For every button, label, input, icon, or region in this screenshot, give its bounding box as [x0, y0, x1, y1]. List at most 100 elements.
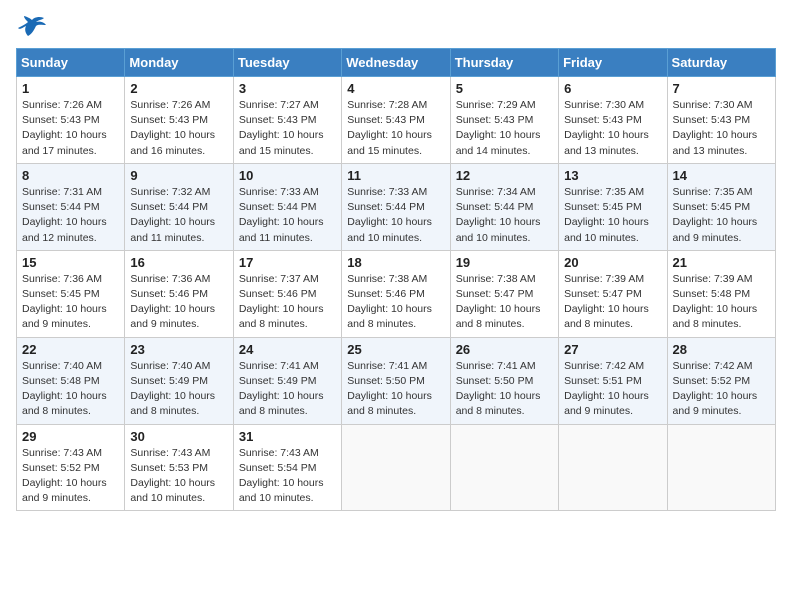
day-number: 23	[130, 342, 227, 357]
day-info: Sunrise: 7:36 AMSunset: 5:46 PMDaylight:…	[130, 272, 227, 333]
calendar-day-cell: 25Sunrise: 7:41 AMSunset: 5:50 PMDayligh…	[342, 337, 450, 424]
empty-cell	[450, 424, 558, 511]
day-number: 5	[456, 81, 553, 96]
day-info: Sunrise: 7:38 AMSunset: 5:46 PMDaylight:…	[347, 272, 444, 333]
day-info: Sunrise: 7:42 AMSunset: 5:52 PMDaylight:…	[673, 359, 770, 420]
calendar-day-cell: 11 Sunrise: 7:33 AMSunset: 5:44 PMDayligh…	[342, 163, 450, 250]
calendar-day-cell: 16 Sunrise: 7:36 AMSunset: 5:46 PMDayligh…	[125, 250, 233, 337]
calendar-day-cell: 23 Sunrise: 7:40 AMSunset: 5:49 PMDayligh…	[125, 337, 233, 424]
day-number: 12	[456, 168, 553, 183]
calendar-day-cell: 14 Sunrise: 7:35 AMSunset: 5:45 PMDayligh…	[667, 163, 775, 250]
day-number: 9	[130, 168, 227, 183]
day-number: 3	[239, 81, 336, 96]
day-info: Sunrise: 7:42 AMSunset: 5:51 PMDaylight:…	[564, 359, 661, 420]
weekday-header-monday: Monday	[125, 49, 233, 77]
day-info: Sunrise: 7:30 AMSunset: 5:43 PMDaylight:…	[564, 98, 661, 159]
empty-cell	[342, 424, 450, 511]
calendar-day-cell: 15Sunrise: 7:36 AMSunset: 5:45 PMDayligh…	[17, 250, 125, 337]
calendar-day-cell: 10Sunrise: 7:33 AMSunset: 5:44 PMDayligh…	[233, 163, 341, 250]
day-info: Sunrise: 7:28 AMSunset: 5:43 PMDaylight:…	[347, 98, 444, 159]
logo-bird-icon	[18, 16, 46, 38]
day-info: Sunrise: 7:40 AMSunset: 5:48 PMDaylight:…	[22, 359, 119, 420]
day-info: Sunrise: 7:38 AMSunset: 5:47 PMDaylight:…	[456, 272, 553, 333]
calendar-day-cell: 1Sunrise: 7:26 AMSunset: 5:43 PMDaylight…	[17, 77, 125, 164]
day-info: Sunrise: 7:37 AMSunset: 5:46 PMDaylight:…	[239, 272, 336, 333]
calendar-day-cell: 8 Sunrise: 7:31 AMSunset: 5:44 PMDaylight…	[17, 163, 125, 250]
calendar-day-cell: 18Sunrise: 7:38 AMSunset: 5:46 PMDayligh…	[342, 250, 450, 337]
calendar-day-cell: 12 Sunrise: 7:34 AMSunset: 5:44 PMDayligh…	[450, 163, 558, 250]
day-number: 8	[22, 168, 119, 183]
day-number: 17	[239, 255, 336, 270]
day-number: 29	[22, 429, 119, 444]
day-info: Sunrise: 7:41 AMSunset: 5:50 PMDaylight:…	[456, 359, 553, 420]
empty-cell	[559, 424, 667, 511]
day-number: 6	[564, 81, 661, 96]
calendar-day-cell: 7 Sunrise: 7:30 AMSunset: 5:43 PMDaylight…	[667, 77, 775, 164]
weekday-header-tuesday: Tuesday	[233, 49, 341, 77]
calendar-day-cell: 19 Sunrise: 7:38 AMSunset: 5:47 PMDayligh…	[450, 250, 558, 337]
day-info: Sunrise: 7:32 AMSunset: 5:44 PMDaylight:…	[130, 185, 227, 246]
day-info: Sunrise: 7:26 AMSunset: 5:43 PMDaylight:…	[130, 98, 227, 159]
calendar-day-cell: 3 Sunrise: 7:27 AMSunset: 5:43 PMDaylight…	[233, 77, 341, 164]
day-info: Sunrise: 7:39 AMSunset: 5:47 PMDaylight:…	[564, 272, 661, 333]
day-number: 2	[130, 81, 227, 96]
day-info: Sunrise: 7:41 AMSunset: 5:50 PMDaylight:…	[347, 359, 444, 420]
calendar-day-cell: 21 Sunrise: 7:39 AMSunset: 5:48 PMDayligh…	[667, 250, 775, 337]
day-number: 22	[22, 342, 119, 357]
day-number: 7	[673, 81, 770, 96]
calendar-day-cell: 27 Sunrise: 7:42 AMSunset: 5:51 PMDayligh…	[559, 337, 667, 424]
calendar-week-row: 8 Sunrise: 7:31 AMSunset: 5:44 PMDaylight…	[17, 163, 776, 250]
day-info: Sunrise: 7:40 AMSunset: 5:49 PMDaylight:…	[130, 359, 227, 420]
calendar-day-cell: 5 Sunrise: 7:29 AMSunset: 5:43 PMDaylight…	[450, 77, 558, 164]
calendar-day-cell: 6 Sunrise: 7:30 AMSunset: 5:43 PMDaylight…	[559, 77, 667, 164]
weekday-header-wednesday: Wednesday	[342, 49, 450, 77]
weekday-header-row: SundayMondayTuesdayWednesdayThursdayFrid…	[17, 49, 776, 77]
calendar-day-cell: 22 Sunrise: 7:40 AMSunset: 5:48 PMDayligh…	[17, 337, 125, 424]
day-number: 16	[130, 255, 227, 270]
weekday-header-thursday: Thursday	[450, 49, 558, 77]
day-info: Sunrise: 7:29 AMSunset: 5:43 PMDaylight:…	[456, 98, 553, 159]
day-number: 26	[456, 342, 553, 357]
day-info: Sunrise: 7:31 AMSunset: 5:44 PMDaylight:…	[22, 185, 119, 246]
page-header	[16, 16, 776, 38]
day-number: 4	[347, 81, 444, 96]
day-info: Sunrise: 7:43 AMSunset: 5:52 PMDaylight:…	[22, 446, 119, 507]
calendar-week-row: 29 Sunrise: 7:43 AMSunset: 5:52 PMDayligh…	[17, 424, 776, 511]
day-number: 20	[564, 255, 661, 270]
calendar-day-cell: 30 Sunrise: 7:43 AMSunset: 5:53 PMDayligh…	[125, 424, 233, 511]
day-info: Sunrise: 7:27 AMSunset: 5:43 PMDaylight:…	[239, 98, 336, 159]
day-number: 11	[347, 168, 444, 183]
calendar-week-row: 15Sunrise: 7:36 AMSunset: 5:45 PMDayligh…	[17, 250, 776, 337]
day-info: Sunrise: 7:33 AMSunset: 5:44 PMDaylight:…	[347, 185, 444, 246]
weekday-header-sunday: Sunday	[17, 49, 125, 77]
day-number: 13	[564, 168, 661, 183]
day-number: 30	[130, 429, 227, 444]
day-number: 24	[239, 342, 336, 357]
day-number: 14	[673, 168, 770, 183]
day-number: 21	[673, 255, 770, 270]
calendar-day-cell: 17 Sunrise: 7:37 AMSunset: 5:46 PMDayligh…	[233, 250, 341, 337]
calendar-day-cell: 2 Sunrise: 7:26 AMSunset: 5:43 PMDaylight…	[125, 77, 233, 164]
day-number: 19	[456, 255, 553, 270]
empty-cell	[667, 424, 775, 511]
day-number: 28	[673, 342, 770, 357]
day-info: Sunrise: 7:43 AMSunset: 5:53 PMDaylight:…	[130, 446, 227, 507]
calendar-day-cell: 28 Sunrise: 7:42 AMSunset: 5:52 PMDayligh…	[667, 337, 775, 424]
day-info: Sunrise: 7:35 AMSunset: 5:45 PMDaylight:…	[564, 185, 661, 246]
day-info: Sunrise: 7:35 AMSunset: 5:45 PMDaylight:…	[673, 185, 770, 246]
day-number: 27	[564, 342, 661, 357]
day-info: Sunrise: 7:36 AMSunset: 5:45 PMDaylight:…	[22, 272, 119, 333]
day-info: Sunrise: 7:30 AMSunset: 5:43 PMDaylight:…	[673, 98, 770, 159]
day-info: Sunrise: 7:26 AMSunset: 5:43 PMDaylight:…	[22, 98, 119, 159]
day-info: Sunrise: 7:34 AMSunset: 5:44 PMDaylight:…	[456, 185, 553, 246]
calendar-day-cell: 13 Sunrise: 7:35 AMSunset: 5:45 PMDayligh…	[559, 163, 667, 250]
calendar-day-cell: 24 Sunrise: 7:41 AMSunset: 5:49 PMDayligh…	[233, 337, 341, 424]
day-info: Sunrise: 7:41 AMSunset: 5:49 PMDaylight:…	[239, 359, 336, 420]
day-info: Sunrise: 7:33 AMSunset: 5:44 PMDaylight:…	[239, 185, 336, 246]
day-info: Sunrise: 7:39 AMSunset: 5:48 PMDaylight:…	[673, 272, 770, 333]
weekday-header-friday: Friday	[559, 49, 667, 77]
day-number: 31	[239, 429, 336, 444]
calendar-week-row: 22 Sunrise: 7:40 AMSunset: 5:48 PMDayligh…	[17, 337, 776, 424]
calendar-day-cell: 31 Sunrise: 7:43 AMSunset: 5:54 PMDayligh…	[233, 424, 341, 511]
day-info: Sunrise: 7:43 AMSunset: 5:54 PMDaylight:…	[239, 446, 336, 507]
